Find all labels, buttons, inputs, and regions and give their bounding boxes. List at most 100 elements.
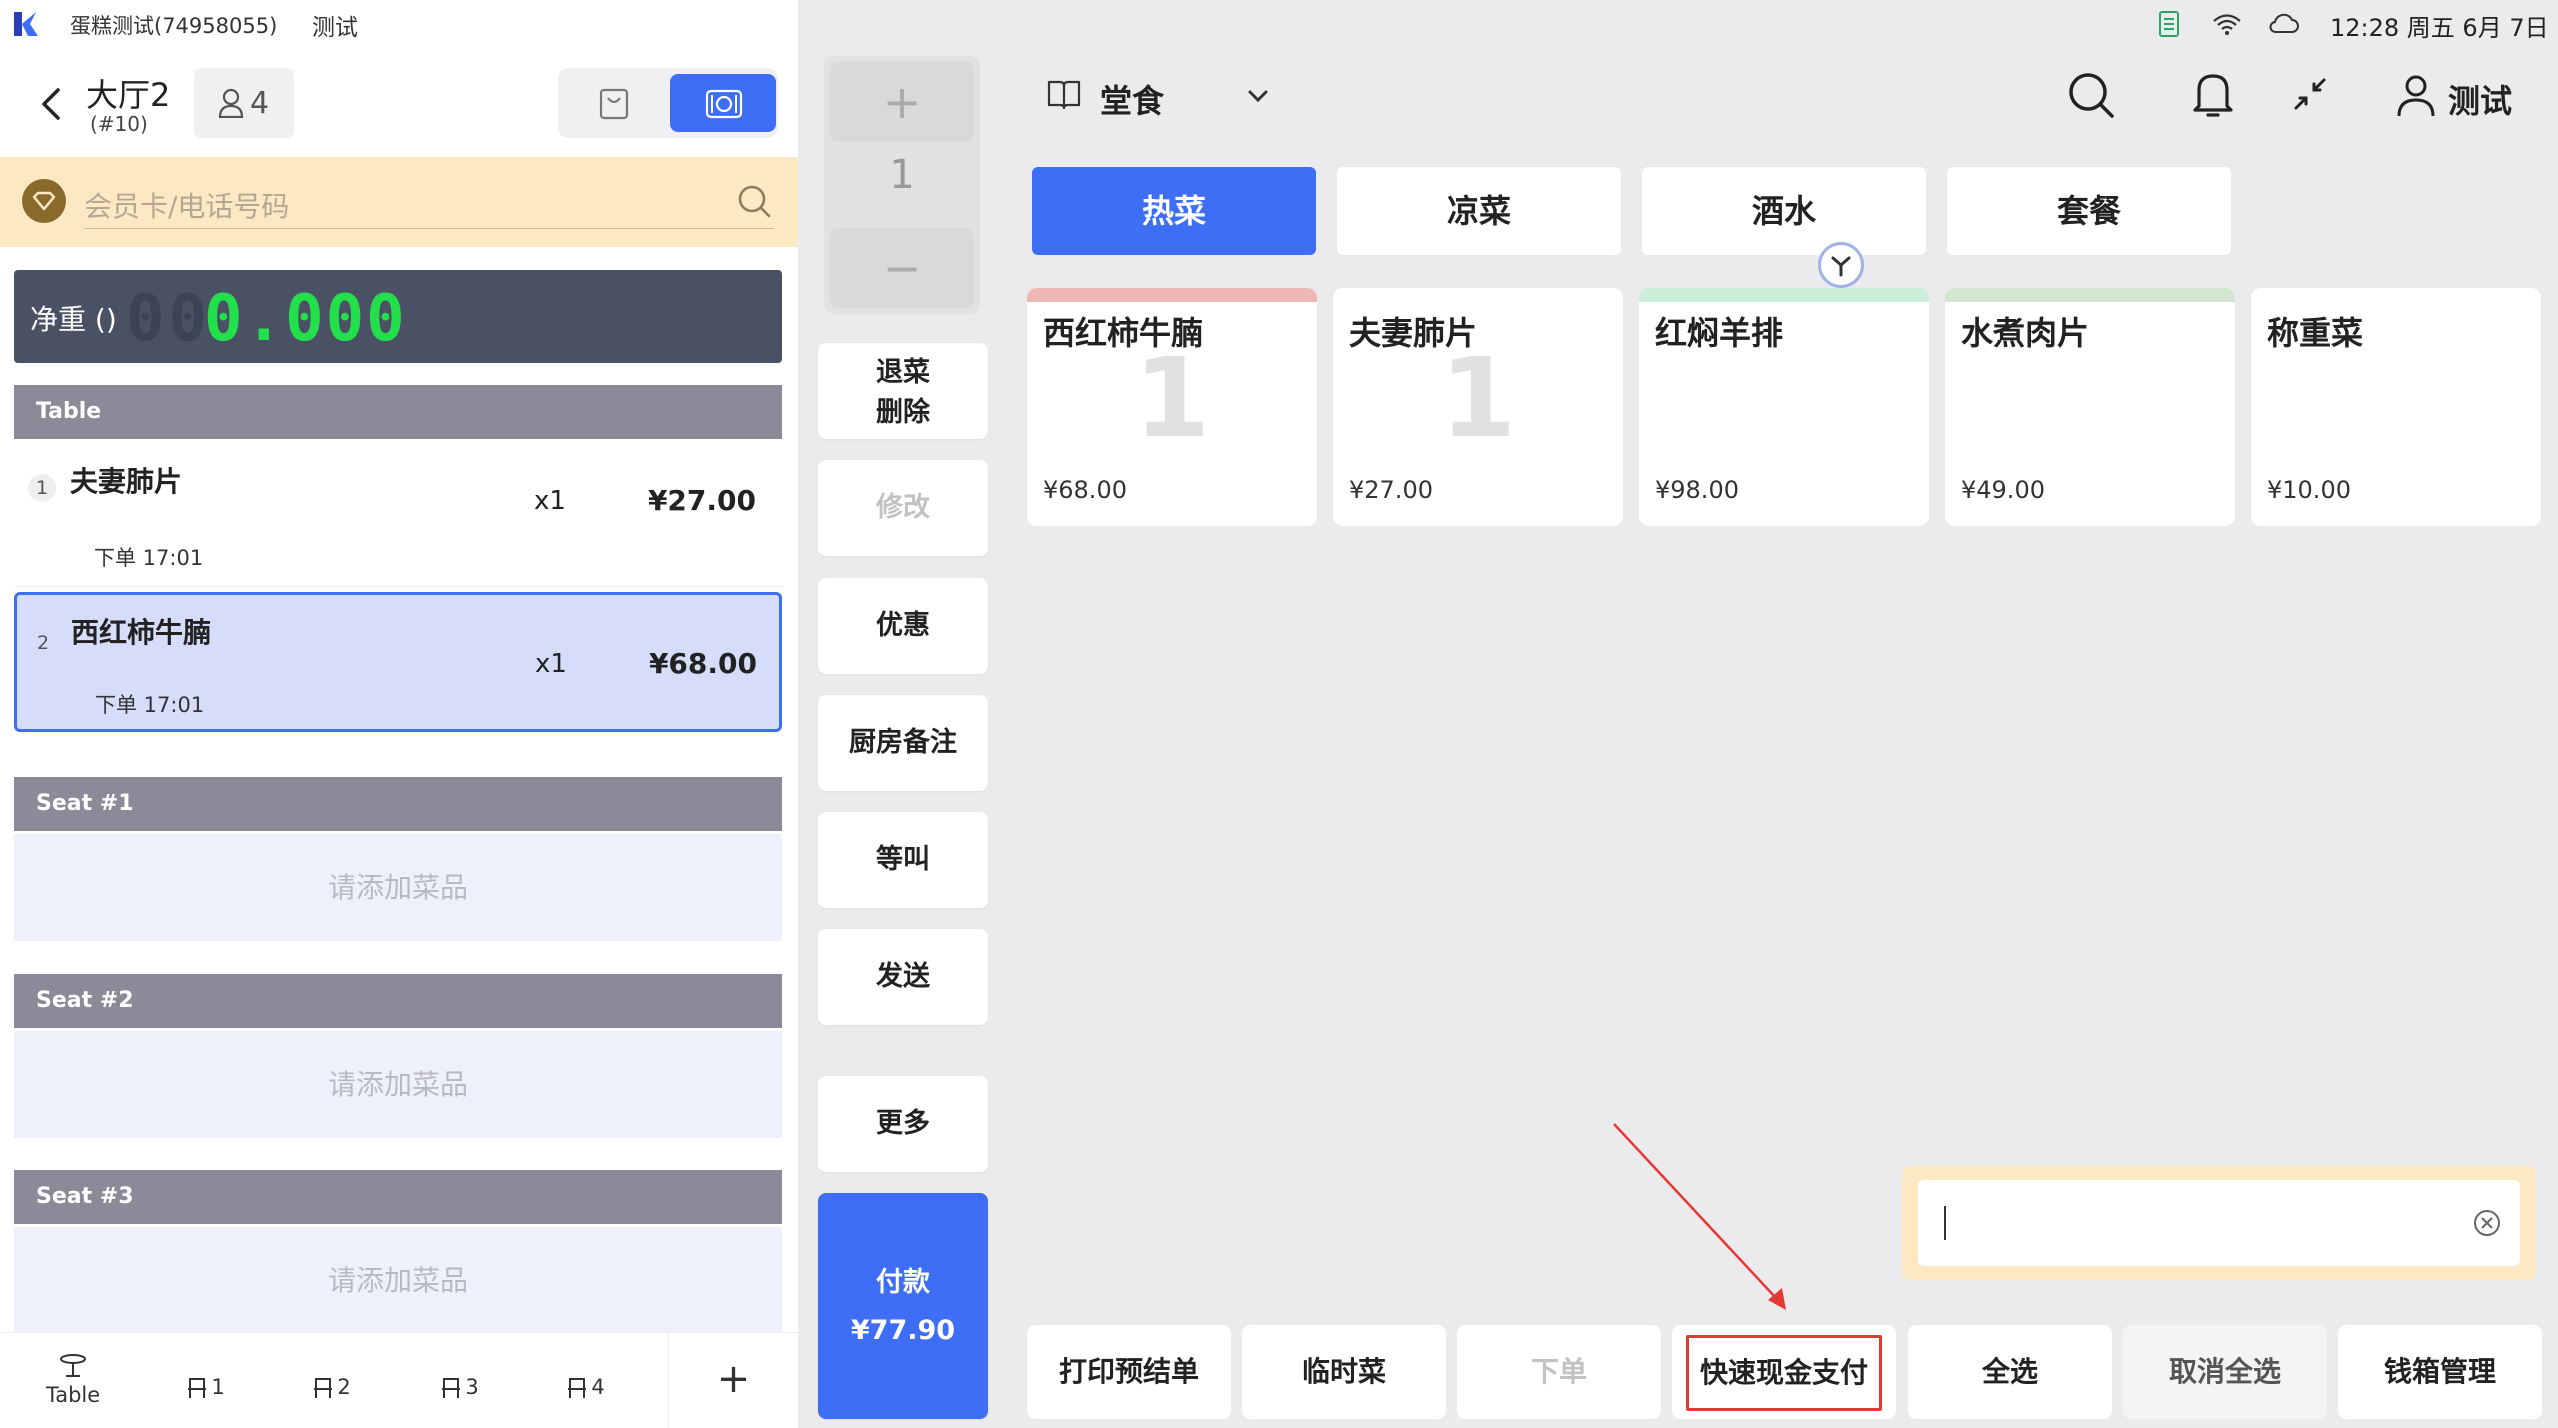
user-name[interactable]: 测试 bbox=[2448, 76, 2512, 122]
dish-name: 称重菜 bbox=[2267, 314, 2364, 352]
dish-strip bbox=[1945, 288, 2235, 302]
assistive-touch-icon[interactable] bbox=[1818, 242, 1864, 288]
seat-tab-3[interactable]: 3 bbox=[434, 1375, 484, 1400]
item-time: 下单 17:01 bbox=[95, 693, 205, 717]
annotation-arrow bbox=[1613, 1123, 1786, 1310]
guest-count-button[interactable]: 4 bbox=[194, 68, 294, 138]
guest-count: 4 bbox=[250, 86, 270, 121]
refund-delete-button[interactable]: 退菜 删除 bbox=[818, 343, 988, 439]
delete-label: 删除 bbox=[876, 397, 930, 428]
clock: 12:28 周五 6月 7日 bbox=[2330, 14, 2549, 42]
order-item[interactable]: 1 夫妻肺片 x1 ¥27.00 下单 17:01 bbox=[14, 440, 782, 580]
pay-button[interactable]: 付款 ¥77.90 bbox=[818, 1193, 988, 1419]
item-qty: x1 bbox=[535, 649, 567, 679]
category-tab-drinks[interactable]: 酒水 bbox=[1642, 167, 1926, 255]
action-column: + 1 − 退菜 删除 修改 优惠 厨房备注 等叫 发送 更多 付款 ¥77.9… bbox=[798, 0, 996, 1428]
dish-name: 水煮肉片 bbox=[1961, 314, 2090, 352]
dish-card[interactable]: 西红柿牛腩 1 ¥68.00 bbox=[1027, 288, 1317, 526]
dish-strip bbox=[2251, 288, 2541, 302]
dish-card[interactable]: 红焖羊排 ¥98.00 bbox=[1639, 288, 1929, 526]
dine-in-mode-button[interactable] bbox=[670, 74, 776, 132]
bag-icon bbox=[598, 86, 630, 120]
seat-tab-label: 2 bbox=[337, 1375, 351, 1399]
modify-button[interactable]: 修改 bbox=[818, 460, 988, 556]
dish-strip bbox=[1333, 288, 1623, 302]
member-search-bar: 会员卡/电话号码 bbox=[0, 157, 798, 247]
person-icon bbox=[218, 88, 244, 118]
vip-icon bbox=[22, 179, 66, 223]
collapse-icon[interactable] bbox=[2292, 76, 2328, 112]
code-input[interactable] bbox=[1918, 1180, 2520, 1266]
divider bbox=[14, 586, 782, 587]
print-prebill-button[interactable]: 打印预结单 bbox=[1027, 1325, 1231, 1419]
search-icon[interactable] bbox=[2066, 70, 2116, 120]
takeaway-mode-button[interactable] bbox=[558, 68, 668, 138]
member-search-input[interactable]: 会员卡/电话号码 bbox=[84, 177, 774, 229]
table-name: 大厅2 bbox=[86, 76, 171, 114]
quick-cash-pay-button[interactable]: 快速现金支付 bbox=[1672, 1325, 1896, 1419]
seat-tab-4[interactable]: 4 bbox=[560, 1375, 610, 1400]
seat-tab-table[interactable]: Table bbox=[38, 1353, 108, 1407]
book-icon bbox=[1046, 78, 1082, 112]
seat-tab-2[interactable]: 2 bbox=[306, 1375, 356, 1400]
refund-label: 退菜 bbox=[876, 357, 930, 388]
category-tab-cold[interactable]: 凉菜 bbox=[1337, 167, 1621, 255]
service-mode-label[interactable]: 堂食 bbox=[1100, 76, 1164, 122]
app-logo-icon bbox=[12, 10, 40, 38]
category-tab-combo[interactable]: 套餐 bbox=[1947, 167, 2231, 255]
more-button[interactable]: 更多 bbox=[818, 1076, 988, 1172]
dish-price: ¥27.00 bbox=[1349, 476, 1433, 504]
back-icon[interactable] bbox=[36, 84, 66, 124]
order-item-selected[interactable]: 2 西红柿牛腩 x1 ¥68.00 下单 17:01 bbox=[14, 592, 782, 732]
dish-qty: 1 bbox=[1439, 334, 1517, 462]
chevron-down-icon[interactable] bbox=[1246, 88, 1270, 104]
seat-1-empty[interactable]: 请添加菜品 bbox=[14, 834, 782, 941]
dish-card[interactable]: 夫妻肺片 1 ¥27.00 bbox=[1333, 288, 1623, 526]
dish-card[interactable]: 水煮肉片 ¥49.00 bbox=[1945, 288, 2235, 526]
select-all-button[interactable]: 全选 bbox=[1908, 1325, 2112, 1419]
discount-button[interactable]: 优惠 bbox=[818, 578, 988, 674]
chair-icon bbox=[185, 1376, 209, 1400]
section-seat-3: Seat #3 bbox=[14, 1170, 782, 1224]
seat-tab-label: Table bbox=[45, 1383, 101, 1407]
text-cursor bbox=[1944, 1206, 1946, 1240]
seat-2-empty[interactable]: 请添加菜品 bbox=[14, 1031, 782, 1138]
plate-icon bbox=[704, 86, 744, 120]
member-search-placeholder: 会员卡/电话号码 bbox=[84, 190, 290, 223]
chair-icon bbox=[565, 1376, 589, 1400]
scale-ghost-digits: 00 bbox=[126, 282, 212, 356]
menu-header: 堂食 测试 bbox=[996, 60, 2558, 140]
add-seat-button[interactable]: + bbox=[668, 1333, 798, 1428]
clear-icon[interactable] bbox=[2472, 1208, 2502, 1238]
search-icon[interactable] bbox=[736, 183, 772, 219]
send-button[interactable]: 发送 bbox=[818, 929, 988, 1025]
scale-label: 净重 () bbox=[30, 303, 117, 336]
cash-drawer-button[interactable]: 钱箱管理 bbox=[2338, 1325, 2542, 1419]
category-tab-hot[interactable]: 热菜 bbox=[1032, 167, 1316, 255]
order-header: 大厅2 (#10) 4 bbox=[0, 60, 798, 155]
quantity-value: 1 bbox=[889, 152, 915, 198]
place-order-button[interactable]: 下单 bbox=[1457, 1325, 1661, 1419]
decrease-qty-button[interactable]: − bbox=[830, 228, 974, 308]
input-panel bbox=[1902, 1166, 2536, 1280]
item-name: 西红柿牛腩 bbox=[71, 616, 212, 649]
temp-dish-button[interactable]: 临时菜 bbox=[1242, 1325, 1446, 1419]
kitchen-note-button[interactable]: 厨房备注 bbox=[818, 695, 988, 791]
hold-button[interactable]: 等叫 bbox=[818, 812, 988, 908]
dish-card[interactable]: 称重菜 ¥10.00 bbox=[2251, 288, 2541, 526]
seat-tab-1[interactable]: 1 bbox=[180, 1375, 230, 1400]
seat-tab-label: 1 bbox=[211, 1375, 225, 1399]
deselect-all-button[interactable]: 取消全选 bbox=[2123, 1325, 2327, 1419]
section-seat-1: Seat #1 bbox=[14, 777, 782, 831]
increase-qty-button[interactable]: + bbox=[830, 62, 974, 142]
bell-icon[interactable] bbox=[2192, 68, 2234, 120]
item-price: ¥68.00 bbox=[648, 647, 757, 680]
seat-tab-label: 3 bbox=[465, 1375, 479, 1399]
item-qty: x1 bbox=[534, 486, 566, 516]
seat-tab-label: 4 bbox=[591, 1375, 605, 1399]
dish-price: ¥68.00 bbox=[1043, 476, 1127, 504]
user-icon[interactable] bbox=[2396, 74, 2436, 118]
pay-amount: ¥77.90 bbox=[850, 1315, 956, 1346]
seat-3-empty[interactable]: 请添加菜品 bbox=[14, 1227, 782, 1334]
dish-qty: 1 bbox=[1133, 334, 1211, 462]
